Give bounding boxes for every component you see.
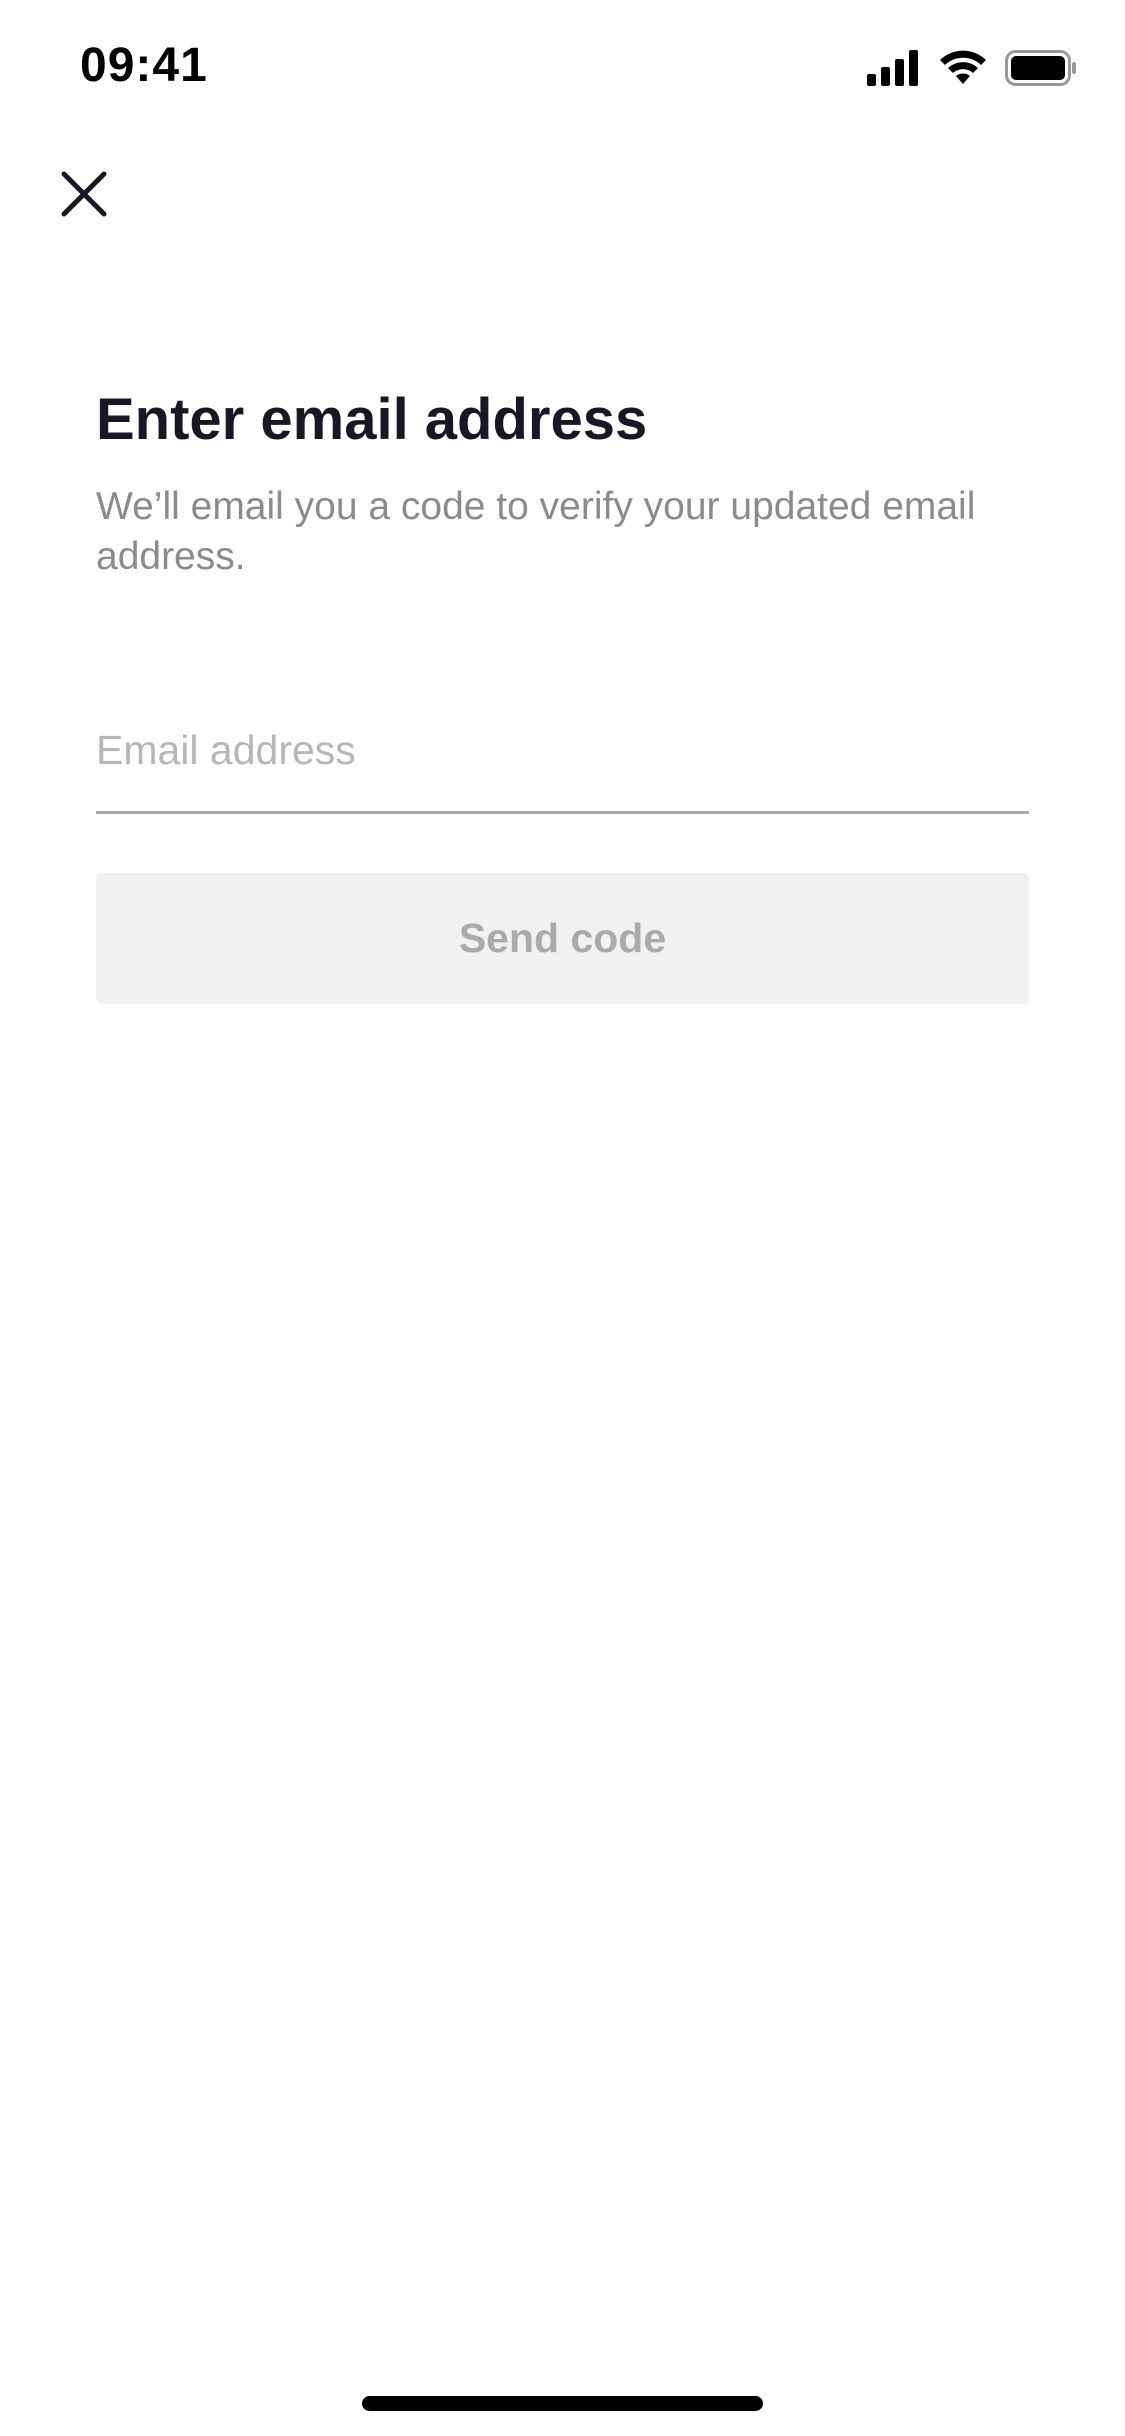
email-field[interactable]	[96, 690, 1029, 811]
cellular-signal-icon	[867, 50, 921, 86]
close-button[interactable]	[48, 160, 120, 232]
home-indicator	[362, 2396, 763, 2411]
page-title: Enter email address	[96, 387, 648, 452]
close-icon	[61, 171, 107, 222]
content: Enter email address We’ll email you a co…	[96, 380, 1029, 582]
page-subtitle: We’ll email you a code to verify your up…	[96, 485, 976, 578]
send-code-button[interactable]: Send code	[96, 873, 1029, 1004]
status-time: 09:41	[80, 39, 208, 92]
battery-icon	[1005, 50, 1077, 86]
status-bar: 09:41	[0, 0, 1125, 132]
status-icons	[867, 48, 1077, 88]
email-field-container	[96, 690, 1029, 814]
wifi-icon	[939, 50, 987, 86]
